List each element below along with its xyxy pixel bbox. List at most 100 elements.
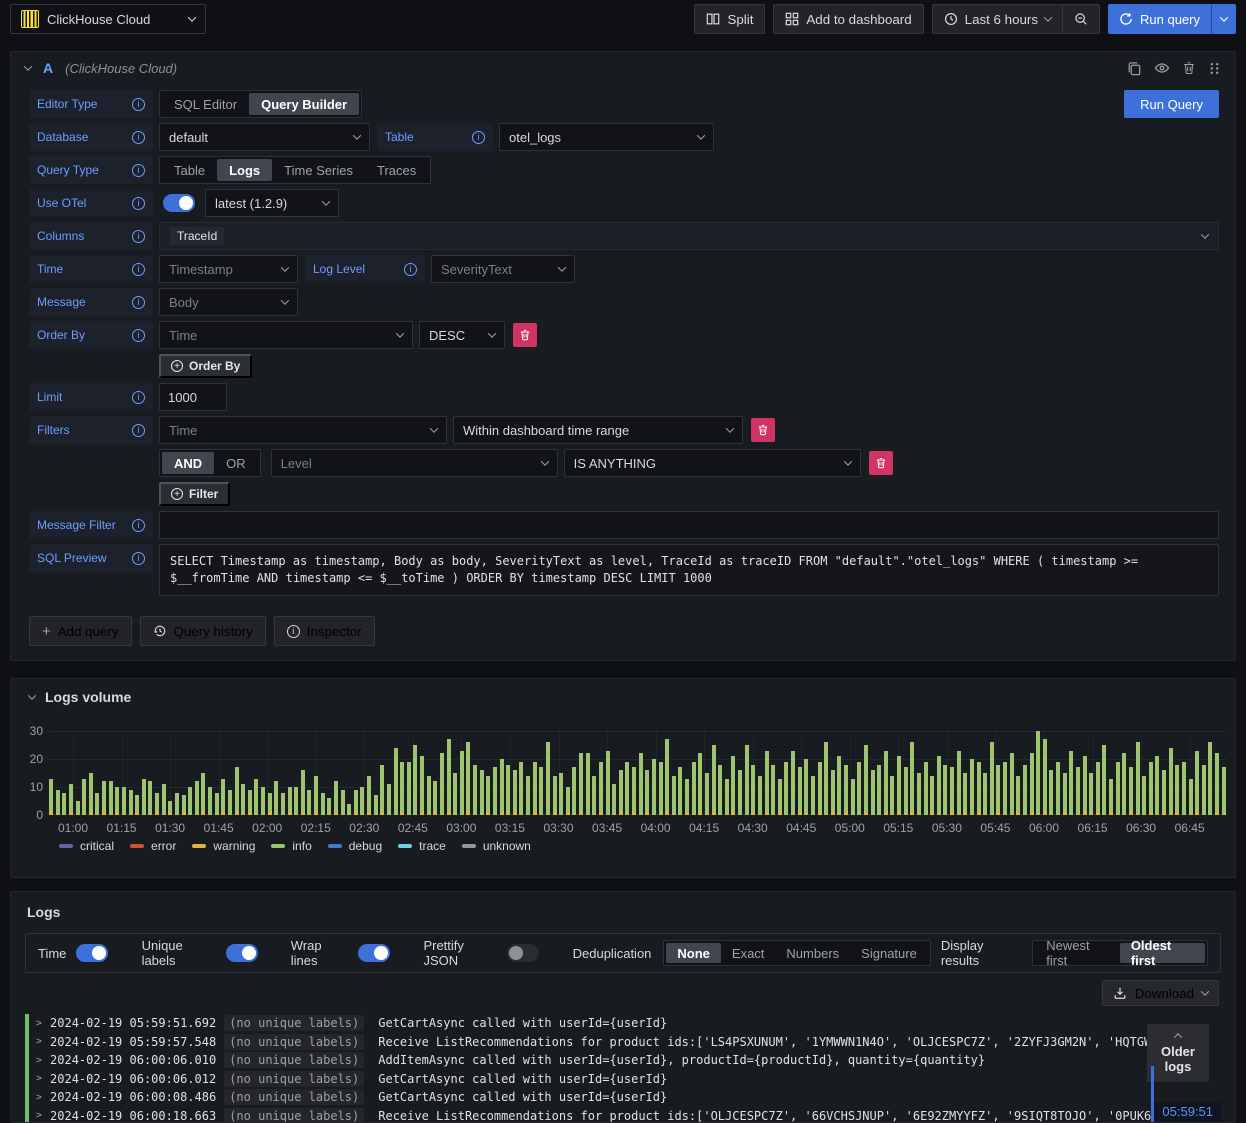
unique-labels-toggle[interactable] — [225, 944, 258, 962]
remove-filter2-button[interactable] — [868, 451, 893, 475]
top-toolbar: ClickHouse Cloud Split Add to dashboard … — [0, 0, 1246, 38]
volume-bar — [1036, 731, 1041, 815]
volume-bar — [102, 731, 106, 815]
x-tick-label: 01:45 — [203, 821, 234, 835]
table-select[interactable]: otel_logs — [499, 123, 714, 151]
duplicate-query-icon[interactable] — [1127, 61, 1142, 76]
run-query-split-button[interactable]: Run query — [1108, 4, 1236, 34]
query-history-button[interactable]: Query history — [139, 616, 266, 646]
dedup-exact[interactable]: Exact — [721, 943, 776, 963]
query-type-traces[interactable]: Traces — [365, 159, 428, 181]
legend-swatch — [271, 844, 286, 848]
log-row[interactable]: 2024-02-19 05:59:57.548 (no unique labels… — [25, 1032, 1229, 1051]
legend-item[interactable]: warning — [192, 839, 255, 853]
log-level-select[interactable]: SeverityText — [431, 255, 575, 283]
database-select[interactable]: default — [159, 123, 370, 151]
order-by-field-select[interactable]: Time — [159, 321, 413, 349]
filter-field-select[interactable]: Time — [159, 416, 447, 444]
editor-type-sql-editor[interactable]: SQL Editor — [162, 93, 249, 115]
volume-bar — [420, 731, 424, 815]
time-range-picker[interactable]: Last 6 hours — [931, 4, 1063, 34]
hide-query-eye-icon[interactable] — [1154, 60, 1170, 76]
display-newest-first[interactable]: Newest first — [1035, 938, 1120, 968]
collapse-chevron-icon[interactable] — [27, 691, 37, 700]
dedup-none[interactable]: None — [666, 943, 721, 963]
zoom-out-time-button[interactable] — [1062, 4, 1101, 34]
volume-bar — [724, 731, 729, 815]
time-toggle[interactable] — [76, 944, 109, 962]
legend-swatch — [398, 844, 413, 848]
volume-bar — [943, 731, 948, 815]
add-order-by-button[interactable]: Order By — [159, 354, 253, 378]
legend-item[interactable]: info — [271, 839, 312, 853]
limit-input[interactable] — [159, 383, 227, 411]
split-button[interactable]: Split — [694, 4, 766, 34]
order-by-direction-select[interactable]: DESC — [419, 321, 505, 349]
add-to-dashboard-button[interactable]: Add to dashboard — [773, 4, 924, 34]
run-query-inner-button[interactable]: Run Query — [1124, 90, 1219, 118]
query-type-table[interactable]: Table — [162, 159, 217, 181]
add-filter-button[interactable]: Filter — [159, 482, 231, 506]
remove-order-by-button[interactable] — [513, 323, 537, 347]
legend-item[interactable]: critical — [59, 839, 114, 853]
info-icon — [132, 196, 145, 210]
query-type-time-series[interactable]: Time Series — [272, 159, 365, 181]
volume-bar — [771, 731, 776, 815]
filter2-field-select[interactable]: Level — [270, 449, 558, 477]
x-tick-label: 03:30 — [543, 821, 574, 835]
volume-bar — [850, 731, 855, 815]
filter-join-or[interactable]: OR — [214, 452, 258, 474]
volume-bar — [1122, 731, 1127, 815]
run-query-options-caret[interactable] — [1211, 4, 1236, 34]
legend-item[interactable]: error — [130, 839, 176, 853]
log-row[interactable]: 2024-02-19 06:00:18.663 (no unique labels… — [25, 1106, 1229, 1122]
download-button[interactable]: Download — [1101, 980, 1219, 1006]
prettify-json-toggle[interactable] — [507, 944, 540, 962]
legend-item[interactable]: debug — [327, 839, 382, 853]
message-filter-input[interactable] — [159, 511, 1219, 539]
dedup-numbers[interactable]: Numbers — [775, 943, 850, 963]
volume-bar — [910, 731, 915, 815]
volume-bar — [68, 731, 73, 815]
legend-item[interactable]: trace — [398, 839, 446, 853]
log-labels-badge: (no unique labels) — [224, 1089, 365, 1106]
add-query-button[interactable]: + Add query — [29, 616, 132, 646]
time-column-select[interactable]: Timestamp — [159, 255, 298, 283]
display-oldest-first[interactable]: Oldest first — [1119, 938, 1205, 968]
filter-join-and[interactable]: AND — [162, 452, 215, 474]
use-otel-toggle[interactable] — [163, 194, 195, 212]
remove-filter-button[interactable] — [751, 418, 775, 442]
log-row[interactable]: 2024-02-19 06:00:06.012 (no unique labels… — [25, 1069, 1229, 1088]
volume-bar — [883, 731, 888, 815]
volume-bar — [969, 731, 974, 815]
filter-operator-select[interactable]: Within dashboard time range — [453, 416, 743, 444]
log-row[interactable]: 2024-02-19 06:00:06.010 (no unique labels… — [25, 1051, 1229, 1070]
sql-preview-text: SELECT Timestamp as timestamp, Body as b… — [159, 544, 1219, 596]
column-chip[interactable]: TraceId — [170, 227, 225, 245]
limit-label: Limit — [29, 383, 153, 411]
info-icon — [132, 390, 145, 404]
message-column-select[interactable]: Body — [159, 288, 298, 316]
wrap-lines-toggle[interactable] — [358, 944, 391, 962]
filter2-operator-select[interactable]: IS ANYTHING — [563, 449, 861, 477]
volume-bar — [1142, 731, 1147, 815]
inspector-button[interactable]: Inspector — [273, 616, 375, 646]
info-icon — [132, 295, 145, 309]
volume-bar — [413, 731, 418, 815]
drag-handle-icon[interactable] — [1208, 62, 1221, 75]
collapse-chevron-icon[interactable] — [23, 62, 33, 71]
legend-item[interactable]: unknown — [461, 839, 531, 853]
dedup-signature[interactable]: Signature — [850, 943, 928, 963]
delete-query-icon[interactable] — [1182, 61, 1196, 75]
datasource-picker[interactable]: ClickHouse Cloud — [10, 4, 206, 34]
log-row[interactable]: 2024-02-19 05:59:51.692 (no unique labels… — [25, 1014, 1229, 1033]
editor-type-query-builder[interactable]: Query Builder — [249, 93, 360, 115]
otel-version-select[interactable]: latest (1.2.9) — [205, 189, 339, 217]
query-footer-actions: +Add query Query history Inspector — [11, 604, 1235, 660]
volume-bar — [877, 731, 882, 815]
columns-multiselect[interactable]: TraceId — [159, 222, 1219, 250]
log-row[interactable]: 2024-02-19 06:00:08.486 (no unique labels… — [25, 1088, 1229, 1107]
query-type-logs[interactable]: Logs — [217, 159, 273, 181]
volume-bar — [830, 731, 835, 815]
volume-bar — [1062, 731, 1067, 815]
